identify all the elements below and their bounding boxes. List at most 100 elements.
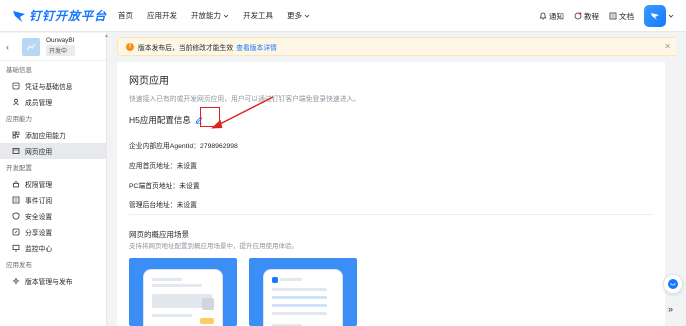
member-icon bbox=[13, 98, 19, 106]
expand-double-chevron-icon[interactable]: » bbox=[668, 304, 673, 314]
chevron-down-icon bbox=[304, 14, 310, 18]
nav-item-label: 更多 bbox=[287, 11, 302, 20]
page-description: 快速接入已有的或开发网页应用，用户可以通过钉钉客户端免登录快速进入。 bbox=[129, 96, 361, 103]
view-version-link[interactable]: 查看版本详情 bbox=[236, 42, 277, 52]
sidebar-item-label: 凭证与基础信息 bbox=[25, 84, 73, 91]
field-label: PC端首页地址： bbox=[129, 183, 180, 190]
scroll-up-icon[interactable]: ▲ bbox=[104, 33, 109, 39]
docs-icon bbox=[609, 12, 617, 20]
app-card: ‹ OurwayBI 开发中 bbox=[0, 33, 106, 61]
scenario-card-1[interactable] bbox=[129, 258, 237, 326]
sidebar-item-label: 添加应用能力 bbox=[25, 133, 66, 140]
share-icon bbox=[12, 228, 20, 236]
field-agentid: 企业内部应用AgentId：2798962998 bbox=[129, 140, 238, 150]
nav-item-0[interactable]: 首页 bbox=[118, 10, 133, 21]
chevron-down-icon bbox=[223, 14, 229, 18]
sidebar-item-0-0[interactable]: 凭证与基础信息 bbox=[0, 78, 106, 94]
assistant-icon bbox=[668, 279, 678, 289]
permission-icon bbox=[13, 181, 19, 188]
sidebar-item-2-4[interactable]: 监控中心 bbox=[0, 240, 106, 256]
back-chevron-icon[interactable]: ‹ bbox=[6, 42, 16, 52]
field-home-url: 应用首页地址：未设置 bbox=[129, 160, 197, 170]
field-value: 未设置 bbox=[176, 202, 197, 209]
shield-icon bbox=[12, 212, 20, 220]
h5-config-heading: H5应用配置信息 bbox=[129, 114, 203, 126]
app-meta: OurwayBI 开发中 bbox=[46, 37, 75, 56]
version-icon bbox=[12, 277, 20, 285]
h5-config-title: H5应用配置信息 bbox=[129, 115, 191, 125]
sidebar-item-3-0[interactable]: 版本管理与发布 bbox=[0, 273, 106, 289]
nav-item-label: 应用开发 bbox=[147, 11, 177, 20]
notification-label: 通知 bbox=[549, 11, 564, 21]
sidebar-item-2-2[interactable]: 安全设置 bbox=[0, 208, 106, 224]
page-title: 网页应用 bbox=[129, 76, 169, 87]
field-label: 管理后台地址： bbox=[129, 202, 177, 209]
field-pc-url: PC端首页地址：未设置 bbox=[129, 180, 200, 190]
sidebar-item-2-0[interactable]: 权限管理 bbox=[0, 176, 106, 192]
sidebar-section-title: 开发配置 bbox=[6, 165, 32, 172]
scenario-description: 支持将网页地址配置到概应用场景中，提升应用使用体验。 bbox=[129, 243, 298, 250]
nav-item-1[interactable]: 应用开发 bbox=[147, 10, 177, 21]
app-thumbnail bbox=[22, 37, 40, 56]
sidebar-item-label: 版本管理与发布 bbox=[25, 279, 73, 286]
app-status-badge: 开发中 bbox=[46, 45, 75, 56]
sidebar-item-0-1[interactable]: 成员管理 bbox=[0, 94, 106, 110]
sidebar-item-2-3[interactable]: 分享设置 bbox=[0, 224, 106, 240]
nav-item-4[interactable]: 更多 bbox=[287, 10, 310, 21]
nav-item-3[interactable]: 开发工具 bbox=[243, 10, 273, 21]
tutorial-icon bbox=[574, 12, 582, 20]
notification-link[interactable]: 通知 bbox=[539, 11, 564, 22]
dingtalk-logo-icon bbox=[12, 9, 26, 23]
annotation-highlight-box bbox=[200, 107, 220, 127]
field-value: 未设置 bbox=[179, 183, 200, 190]
sidebar-item-label: 成员管理 bbox=[25, 100, 53, 107]
app-name: OurwayBI bbox=[46, 37, 75, 44]
scenario-card-2[interactable] bbox=[249, 258, 357, 326]
assistant-float-button[interactable] bbox=[663, 274, 683, 294]
field-value: 未设置 bbox=[176, 163, 197, 170]
brand-name: 钉钉开放平台 bbox=[29, 9, 108, 23]
field-value: 2798962998 bbox=[200, 143, 238, 150]
sidebar-item-label: 权限管理 bbox=[25, 182, 53, 189]
nav-item-label: 开放能力 bbox=[191, 11, 221, 20]
add-ability-icon bbox=[12, 131, 20, 139]
phone-mockup bbox=[143, 269, 223, 326]
sidebar-item-label: 事件订阅 bbox=[25, 198, 53, 205]
monitor-icon bbox=[12, 244, 20, 252]
credential-icon bbox=[12, 82, 20, 90]
sidebar-section-title: 应用能力 bbox=[6, 116, 32, 123]
sidebar-item-1-0[interactable]: 添加应用能力 bbox=[0, 127, 106, 143]
sidebar-item-2-1[interactable]: 事件订阅 bbox=[0, 192, 106, 208]
main-nav: 首页 应用开发 开放能力 开发工具 更多 bbox=[118, 10, 324, 21]
brand-logo[interactable]: 钉钉开放平台 bbox=[12, 7, 112, 24]
field-label: 应用首页地址： bbox=[129, 163, 177, 170]
event-icon bbox=[12, 196, 20, 204]
account-menu[interactable] bbox=[644, 5, 674, 27]
scenario-title: 网页的概应用场景 bbox=[129, 230, 189, 239]
nav-right: 通知 教程 文档 bbox=[539, 0, 674, 32]
sidebar-item-label: 监控中心 bbox=[25, 246, 53, 253]
field-label: 企业内部应用AgentId： bbox=[129, 143, 201, 150]
divider bbox=[129, 214, 653, 215]
sidebar-menu: 基础信息凭证与基础信息 成员管理应用能力添加应用能力 网页应用开发配置权限管理事件订… bbox=[0, 64, 106, 289]
close-icon[interactable]: ✕ bbox=[664, 42, 671, 51]
docs-link[interactable]: 文档 bbox=[609, 11, 634, 22]
nav-item-2[interactable]: 开放能力 bbox=[191, 10, 229, 21]
release-notice: ! 版本发布后，当前修改才能生效 查看版本详情 ✕ bbox=[117, 37, 680, 56]
sidebar-item-label: 网页应用 bbox=[25, 149, 53, 156]
tutorial-link[interactable]: 教程 bbox=[574, 11, 599, 22]
web-app-icon bbox=[12, 148, 20, 154]
content-area: ! 版本发布后，当前修改才能生效 查看版本详情 ✕ 网页应用 快速接入已有的或开… bbox=[117, 33, 686, 326]
sidebar-item-1-1[interactable]: 网页应用 bbox=[0, 143, 106, 159]
field-admin-url: 管理后台地址：未设置 bbox=[129, 199, 197, 209]
sidebar-section-title: 应用发布 bbox=[6, 262, 32, 269]
bell-icon bbox=[539, 12, 547, 20]
sidebar: ‹ OurwayBI 开发中 基础信息凭证与基础信息 成员管理应用能力添加应用能力… bbox=[0, 33, 109, 326]
sidebar-item-label: 分享设置 bbox=[25, 230, 53, 237]
sidebar-section-title: 基础信息 bbox=[6, 67, 32, 74]
web-app-panel: 网页应用 快速接入已有的或开发网页应用，用户可以通过钉钉客户端免登录快速进入。 … bbox=[117, 62, 665, 326]
sidebar-item-label: 安全设置 bbox=[25, 214, 53, 221]
chevron-down-icon bbox=[668, 14, 674, 18]
docs-label: 文档 bbox=[619, 11, 634, 21]
warning-icon: ! bbox=[126, 42, 134, 51]
